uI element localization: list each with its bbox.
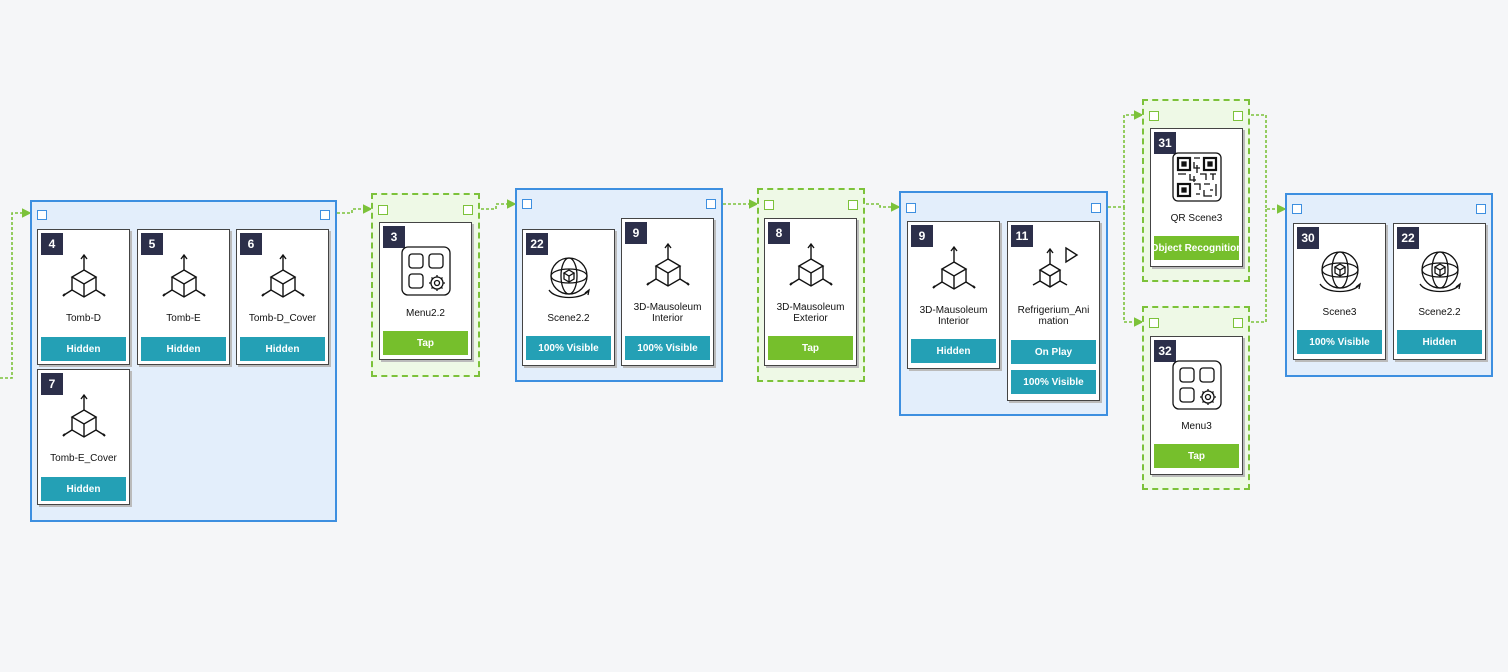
node-label: Tomb-D (65, 313, 101, 324)
node-label: QR Scene3 (1170, 213, 1223, 224)
node-badge[interactable]: Hidden (41, 337, 126, 361)
3d-object-icon (783, 239, 839, 295)
node-label: Refrigerium_Ani mation (1017, 305, 1090, 327)
node-badge[interactable]: Hidden (240, 337, 325, 361)
input-port[interactable] (764, 200, 774, 210)
node-card[interactable]: 9 3D-Mausoleum Interior Hidden (907, 221, 1000, 369)
node-card[interactable]: 4 Tomb-D Hidden (37, 229, 130, 365)
node-badge[interactable]: Hidden (41, 477, 126, 501)
node-label: Scene2.2 (547, 313, 590, 324)
node-badge[interactable]: Hidden (911, 339, 996, 363)
scene-icon (1312, 244, 1368, 300)
node-card[interactable]: 30 Scene3 100% Visible (1293, 223, 1386, 360)
link-5-to-6 (1103, 110, 1144, 208)
node-label: 3D-Mausoleum Exterior (776, 302, 845, 324)
flow-canvas[interactable]: 4 Tomb-D Hidden 5 Tomb-E Hidden 6 Tomb-D… (0, 0, 1508, 672)
node-badge-visibility[interactable]: 100% Visible (1011, 370, 1096, 394)
3d-object-icon (56, 390, 112, 446)
link-5-to-7 (1123, 207, 1144, 327)
output-port[interactable] (706, 199, 716, 209)
3d-object-icon (56, 250, 112, 306)
node-badge-on-play[interactable]: On Play (1011, 340, 1096, 364)
node-label: 3D-Mausoleum Interior (633, 302, 702, 324)
link-1-to-2 (332, 204, 373, 214)
node-card[interactable]: 7 Tomb-E_Cover Hidden (37, 369, 130, 505)
node-card[interactable]: 22 Scene2.2 100% Visible (522, 229, 615, 366)
node-card[interactable]: 11 Refrigerium_Ani mation On Play 100% V… (1007, 221, 1100, 401)
node-label: Tomb-E_Cover (50, 453, 117, 464)
node-label: Scene3 (1322, 307, 1357, 318)
link-4-to-5 (861, 202, 901, 212)
node-card[interactable]: 22 Scene2.2 Hidden (1393, 223, 1486, 360)
node-card[interactable]: 8 3D-Mausoleum Exterior Tap (764, 218, 857, 366)
node-card[interactable]: 32 Menu3 Tap (1150, 336, 1243, 475)
input-port[interactable] (522, 199, 532, 209)
node-badge[interactable]: 100% Visible (526, 336, 611, 360)
qr-code-icon (1169, 149, 1225, 205)
3d-object-icon (640, 239, 696, 295)
input-port[interactable] (906, 203, 916, 213)
node-badge[interactable]: 100% Visible (625, 336, 710, 360)
menu-icon (398, 243, 454, 299)
node-label: Menu2.2 (406, 308, 445, 319)
scene-icon (541, 250, 597, 306)
node-badge[interactable]: Object Recognition (1154, 236, 1239, 260)
link-6-to-8 (1246, 114, 1287, 214)
link-2-to-3 (476, 199, 517, 210)
node-label: Scene2.2 (1418, 307, 1461, 318)
node-label: Tomb-D_Cover (248, 313, 317, 324)
output-port[interactable] (320, 210, 330, 220)
output-port[interactable] (1091, 203, 1101, 213)
output-port[interactable] (1233, 111, 1243, 121)
3d-object-icon (926, 242, 982, 298)
link-0-to-1 (0, 208, 32, 379)
node-card[interactable]: 3 Menu2.2 Tap (379, 222, 472, 360)
scene-icon (1412, 244, 1468, 300)
node-card[interactable]: 6 Tomb-D_Cover Hidden (236, 229, 329, 365)
node-label: 3D-Mausoleum Interior (919, 305, 988, 327)
node-badge[interactable]: Tap (383, 331, 468, 355)
node-label: Menu3 (1181, 421, 1212, 432)
input-port[interactable] (1292, 204, 1302, 214)
3d-object-icon (156, 250, 212, 306)
menu-icon (1169, 357, 1225, 413)
output-port[interactable] (1233, 318, 1243, 328)
node-badge[interactable]: Hidden (1397, 330, 1482, 354)
input-port[interactable] (1149, 111, 1159, 121)
input-port[interactable] (378, 205, 388, 215)
node-badge[interactable]: Hidden (141, 337, 226, 361)
output-port[interactable] (848, 200, 858, 210)
node-badge[interactable]: 100% Visible (1297, 330, 1382, 354)
output-port[interactable] (463, 205, 473, 215)
animation-icon (1026, 242, 1082, 298)
3d-object-icon (255, 250, 311, 306)
node-card[interactable]: 5 Tomb-E Hidden (137, 229, 230, 365)
node-badge[interactable]: Tap (768, 336, 853, 360)
output-port[interactable] (1476, 204, 1486, 214)
input-port[interactable] (1149, 318, 1159, 328)
node-card[interactable]: 31 QR Scene3 Object Recognition (1150, 128, 1243, 267)
node-badge[interactable]: Tap (1154, 444, 1239, 468)
node-label: Tomb-E (166, 313, 201, 324)
input-port[interactable] (37, 210, 47, 220)
node-card[interactable]: 9 3D-Mausoleum Interior 100% Visible (621, 218, 714, 366)
